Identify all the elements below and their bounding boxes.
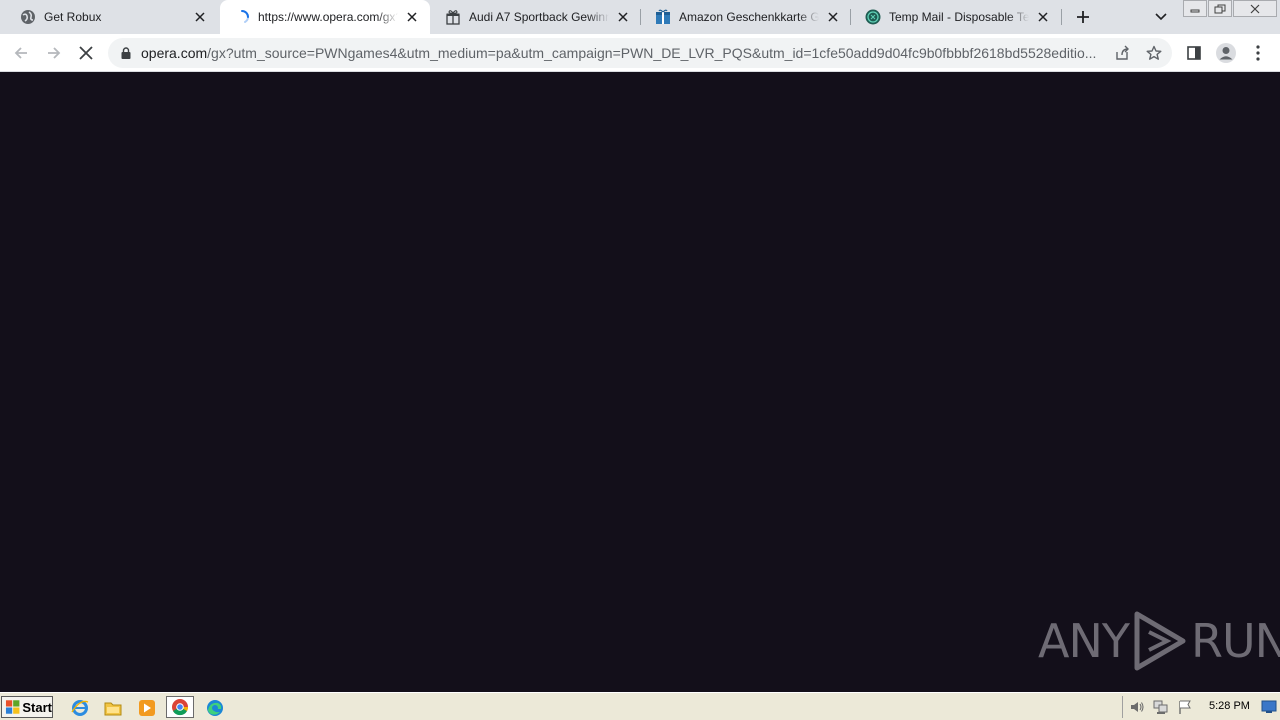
globe-icon bbox=[20, 9, 36, 25]
chrome-taskbar-button[interactable] bbox=[166, 696, 194, 718]
tab-amazon-geschenkkarte[interactable]: Amazon Geschenkkarte Gewinnen bbox=[641, 0, 851, 34]
tab-title: Amazon Geschenkkarte Gewinnen bbox=[679, 10, 819, 24]
tab-separator bbox=[1061, 9, 1062, 25]
tab-opera-gx[interactable]: https://www.opera.com/gx?utm_source bbox=[220, 0, 430, 34]
new-tab-button[interactable] bbox=[1071, 5, 1095, 29]
close-icon[interactable] bbox=[825, 9, 841, 25]
tab-audi-a7[interactable]: Audi A7 Sportback Gewinnen! bbox=[431, 0, 641, 34]
loading-spinner-icon bbox=[234, 9, 250, 25]
menu-button[interactable] bbox=[1244, 39, 1272, 67]
tab-search-button[interactable] bbox=[1150, 6, 1172, 28]
restore-icon bbox=[1214, 4, 1226, 13]
close-icon[interactable] bbox=[1035, 9, 1051, 25]
chrome-icon bbox=[172, 699, 189, 716]
chevron-down-icon bbox=[1155, 13, 1167, 21]
plus-icon bbox=[1077, 11, 1089, 23]
edge-icon[interactable] bbox=[205, 698, 225, 718]
anyrun-watermark: ANY RUN bbox=[1038, 610, 1280, 672]
stop-x-icon bbox=[79, 46, 93, 60]
media-player-icon[interactable] bbox=[137, 698, 157, 718]
side-panel-button[interactable] bbox=[1180, 39, 1208, 67]
url-path: /gx?utm_source=PWNgames4&utm_medium=pa&u… bbox=[207, 45, 1097, 61]
url-domain: opera.com bbox=[141, 45, 208, 61]
tab-strip: Get Robux https://www.opera.com/gx?utm_s… bbox=[0, 0, 1280, 34]
arrow-right-icon bbox=[48, 47, 61, 59]
close-icon[interactable] bbox=[192, 9, 208, 25]
gift-icon bbox=[445, 9, 461, 25]
show-desktop-icon[interactable] bbox=[1261, 699, 1277, 715]
start-button[interactable]: Start bbox=[1, 696, 53, 718]
bookmark-star-icon[interactable] bbox=[1144, 43, 1164, 63]
kebab-menu-icon bbox=[1256, 45, 1260, 61]
windows-taskbar: Start 5:28 PM bbox=[0, 692, 1280, 720]
forward-button[interactable] bbox=[40, 39, 68, 67]
lock-icon[interactable] bbox=[118, 45, 134, 61]
start-label: Start bbox=[22, 699, 52, 715]
network-icon[interactable] bbox=[1153, 699, 1169, 715]
address-bar[interactable]: opera.com/gx?utm_source=PWNgames4&utm_me… bbox=[108, 38, 1172, 68]
volume-icon[interactable] bbox=[1129, 699, 1145, 715]
gift-box-icon bbox=[655, 9, 671, 25]
close-icon[interactable] bbox=[404, 9, 420, 25]
back-button[interactable] bbox=[7, 39, 35, 67]
tab-title: Get Robux bbox=[44, 10, 102, 24]
side-panel-icon bbox=[1187, 46, 1201, 60]
file-explorer-icon[interactable] bbox=[103, 698, 123, 718]
share-icon[interactable] bbox=[1112, 43, 1132, 63]
close-icon bbox=[1250, 4, 1260, 13]
tempmail-icon bbox=[865, 9, 881, 25]
url-text[interactable]: opera.com/gx?utm_source=PWNgames4&utm_me… bbox=[141, 45, 1106, 61]
arrow-left-icon bbox=[14, 47, 27, 59]
minimize-icon bbox=[1190, 9, 1200, 12]
tab-temp-mail[interactable]: Temp Mail - Disposable Temporary Email bbox=[851, 0, 1061, 34]
action-center-flag-icon[interactable] bbox=[1177, 699, 1193, 715]
tab-get-robux[interactable]: Get Robux bbox=[6, 0, 218, 34]
stop-button[interactable] bbox=[72, 39, 100, 67]
profile-button[interactable] bbox=[1212, 39, 1240, 67]
play-logo-icon bbox=[1134, 611, 1186, 671]
browser-toolbar: opera.com/gx?utm_source=PWNgames4&utm_me… bbox=[0, 34, 1280, 72]
page-content: ANY RUN bbox=[0, 72, 1280, 692]
system-tray: 5:28 PM bbox=[1122, 696, 1280, 718]
restore-button[interactable] bbox=[1208, 0, 1232, 17]
watermark-right-text: RUN bbox=[1190, 614, 1280, 668]
close-window-button[interactable] bbox=[1233, 0, 1277, 17]
internet-explorer-icon[interactable] bbox=[70, 698, 90, 718]
windows-logo-icon bbox=[5, 700, 20, 714]
avatar-icon bbox=[1216, 43, 1236, 63]
tab-title: Audi A7 Sportback Gewinnen! bbox=[469, 10, 609, 24]
minimize-button[interactable] bbox=[1183, 0, 1207, 17]
close-icon[interactable] bbox=[615, 9, 631, 25]
tab-title: https://www.opera.com/gx?utm_source bbox=[258, 10, 398, 24]
tab-title: Temp Mail - Disposable Temporary Email bbox=[889, 10, 1029, 24]
watermark-left-text: ANY bbox=[1038, 614, 1130, 668]
clock[interactable]: 5:28 PM bbox=[1209, 700, 1250, 712]
